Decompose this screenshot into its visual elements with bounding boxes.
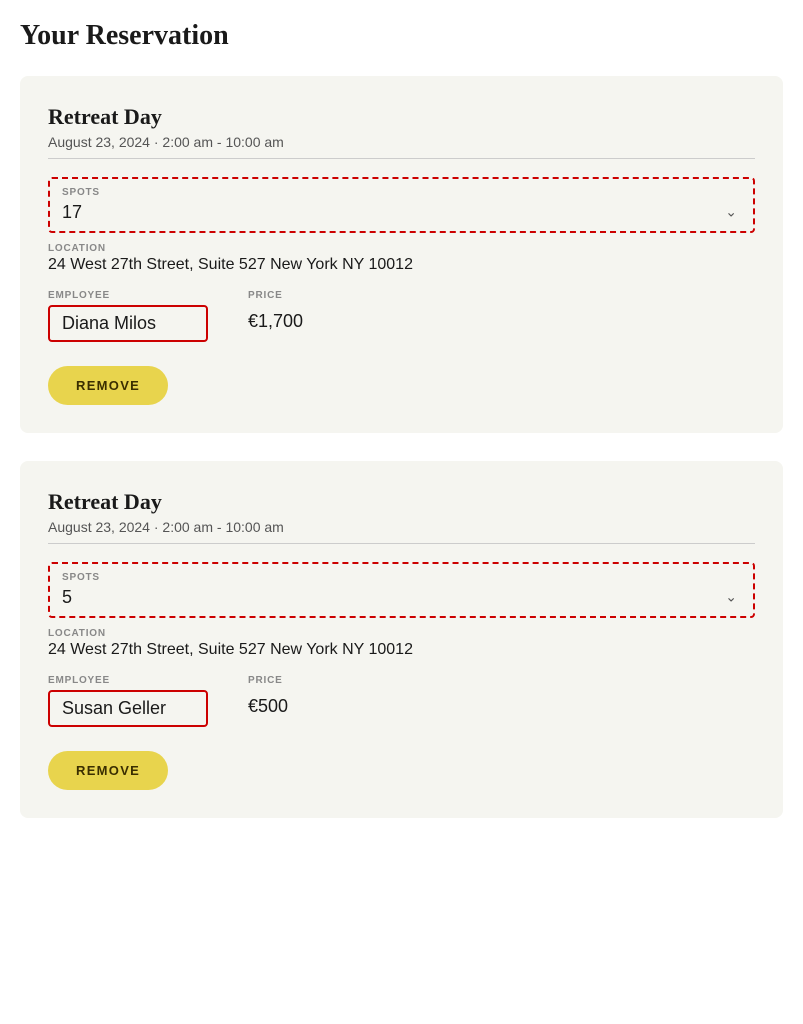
employee-price-row-2: EMPLOYEE Susan Geller PRICE €500 (48, 675, 755, 727)
employee-label-1: EMPLOYEE (48, 290, 208, 301)
reservation-card-1: Retreat Day August 23, 2024 · 2:00 am - … (20, 76, 783, 433)
price-box-2: €500 (248, 690, 288, 723)
location-label-2: LOCATION (48, 628, 755, 639)
employee-box-2: Susan Geller (48, 690, 208, 727)
reservation-card-2: Retreat Day August 23, 2024 · 2:00 am - … (20, 461, 783, 818)
employee-name-2: Susan Geller (62, 698, 194, 719)
remove-button-1[interactable]: REMOVE (48, 366, 168, 405)
event-datetime-2: August 23, 2024 · 2:00 am - 10:00 am (48, 519, 755, 544)
employee-price-row-1: EMPLOYEE Diana Milos PRICE €1,700 (48, 290, 755, 342)
price-value-1: €1,700 (248, 311, 303, 332)
employee-box-1: Diana Milos (48, 305, 208, 342)
spots-select-wrapper-2: 5 12346789101112131415161718192021222324… (62, 587, 741, 608)
remove-button-2[interactable]: REMOVE (48, 751, 168, 790)
spots-select-wrapper-1: 17 1234567891011121314151618192021222324… (62, 202, 741, 223)
event-title-2: Retreat Day (48, 489, 755, 515)
price-value-2: €500 (248, 696, 288, 717)
spots-label-2: SPOTS (62, 572, 741, 583)
page-title: Your Reservation (20, 20, 783, 52)
event-title-1: Retreat Day (48, 104, 755, 130)
event-datetime-1: August 23, 2024 · 2:00 am - 10:00 am (48, 134, 755, 159)
employee-name-1: Diana Milos (62, 313, 194, 334)
spots-label-1: SPOTS (62, 187, 741, 198)
price-label-1: PRICE (248, 290, 303, 301)
employee-label-2: EMPLOYEE (48, 675, 208, 686)
spots-select-2[interactable]: 5 12346789101112131415161718192021222324… (62, 587, 741, 607)
price-section-1: PRICE €1,700 (248, 290, 303, 338)
location-text-1: 24 West 27th Street, Suite 527 New York … (48, 256, 755, 274)
spots-select-1[interactable]: 17 1234567891011121314151618192021222324… (62, 202, 741, 222)
employee-section-2: EMPLOYEE Susan Geller (48, 675, 208, 727)
price-section-2: PRICE €500 (248, 675, 288, 723)
location-label-1: LOCATION (48, 243, 755, 254)
price-label-2: PRICE (248, 675, 288, 686)
spots-section-1: SPOTS 17 1234567891011121314151618192021… (48, 177, 755, 233)
location-text-2: 24 West 27th Street, Suite 527 New York … (48, 641, 755, 659)
spots-section-2: SPOTS 5 12346789101112131415161718192021… (48, 562, 755, 618)
employee-section-1: EMPLOYEE Diana Milos (48, 290, 208, 342)
price-box-1: €1,700 (248, 305, 303, 338)
